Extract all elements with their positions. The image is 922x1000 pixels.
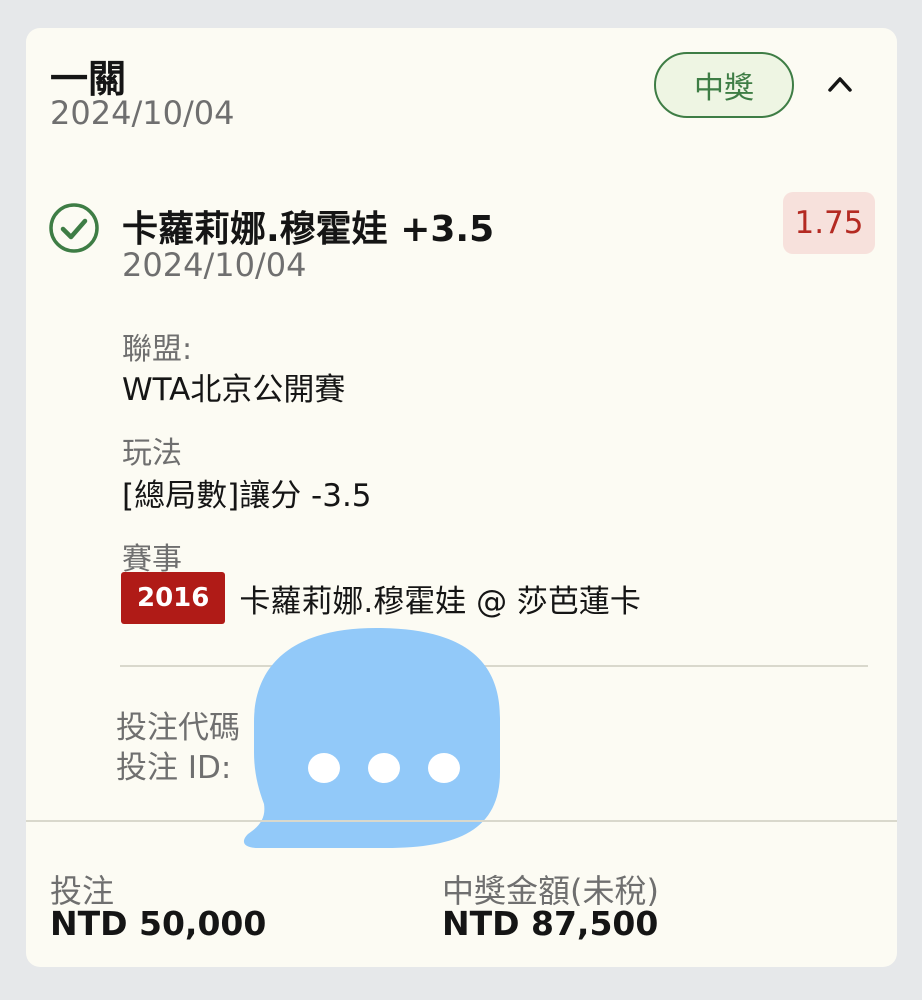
stake-value: NTD 50,000 [50,904,267,943]
bet-code-label: 投注代碼 [116,710,240,746]
status-badge: 中獎 [654,52,794,118]
play-type-label: 玩法 [122,436,182,471]
payout-value: NTD 87,500 [442,904,659,943]
selection-title: 卡蘿莉娜.穆霍娃 +3.5 [122,209,495,250]
odds-badge: 1.75 [783,192,875,254]
event-number-badge: 2016 [121,572,226,624]
selection-date: 2024/10/04 [122,246,307,284]
summary-divider [26,820,897,822]
bet-date: 2024/10/04 [50,94,235,132]
league-label: 聯盟: [122,332,193,367]
chevron-up-icon[interactable] [822,66,858,102]
event-row: 2016 卡蘿莉娜.穆霍娃 @ 莎芭蓮卡 [121,572,641,624]
league-value: WTA北京公開賽 [122,372,346,408]
bet-id-label: 投注 ID: [116,750,232,786]
play-type-value: [總局數]讓分 -3.5 [122,478,372,514]
bet-card: 一關 2024/10/04 中獎 卡蘿莉娜.穆霍娃 +3.5 2024/10/0… [26,28,897,967]
event-name: 卡蘿莉娜.穆霍娃 @ 莎芭蓮卡 [239,583,641,620]
check-circle-icon [49,203,99,253]
